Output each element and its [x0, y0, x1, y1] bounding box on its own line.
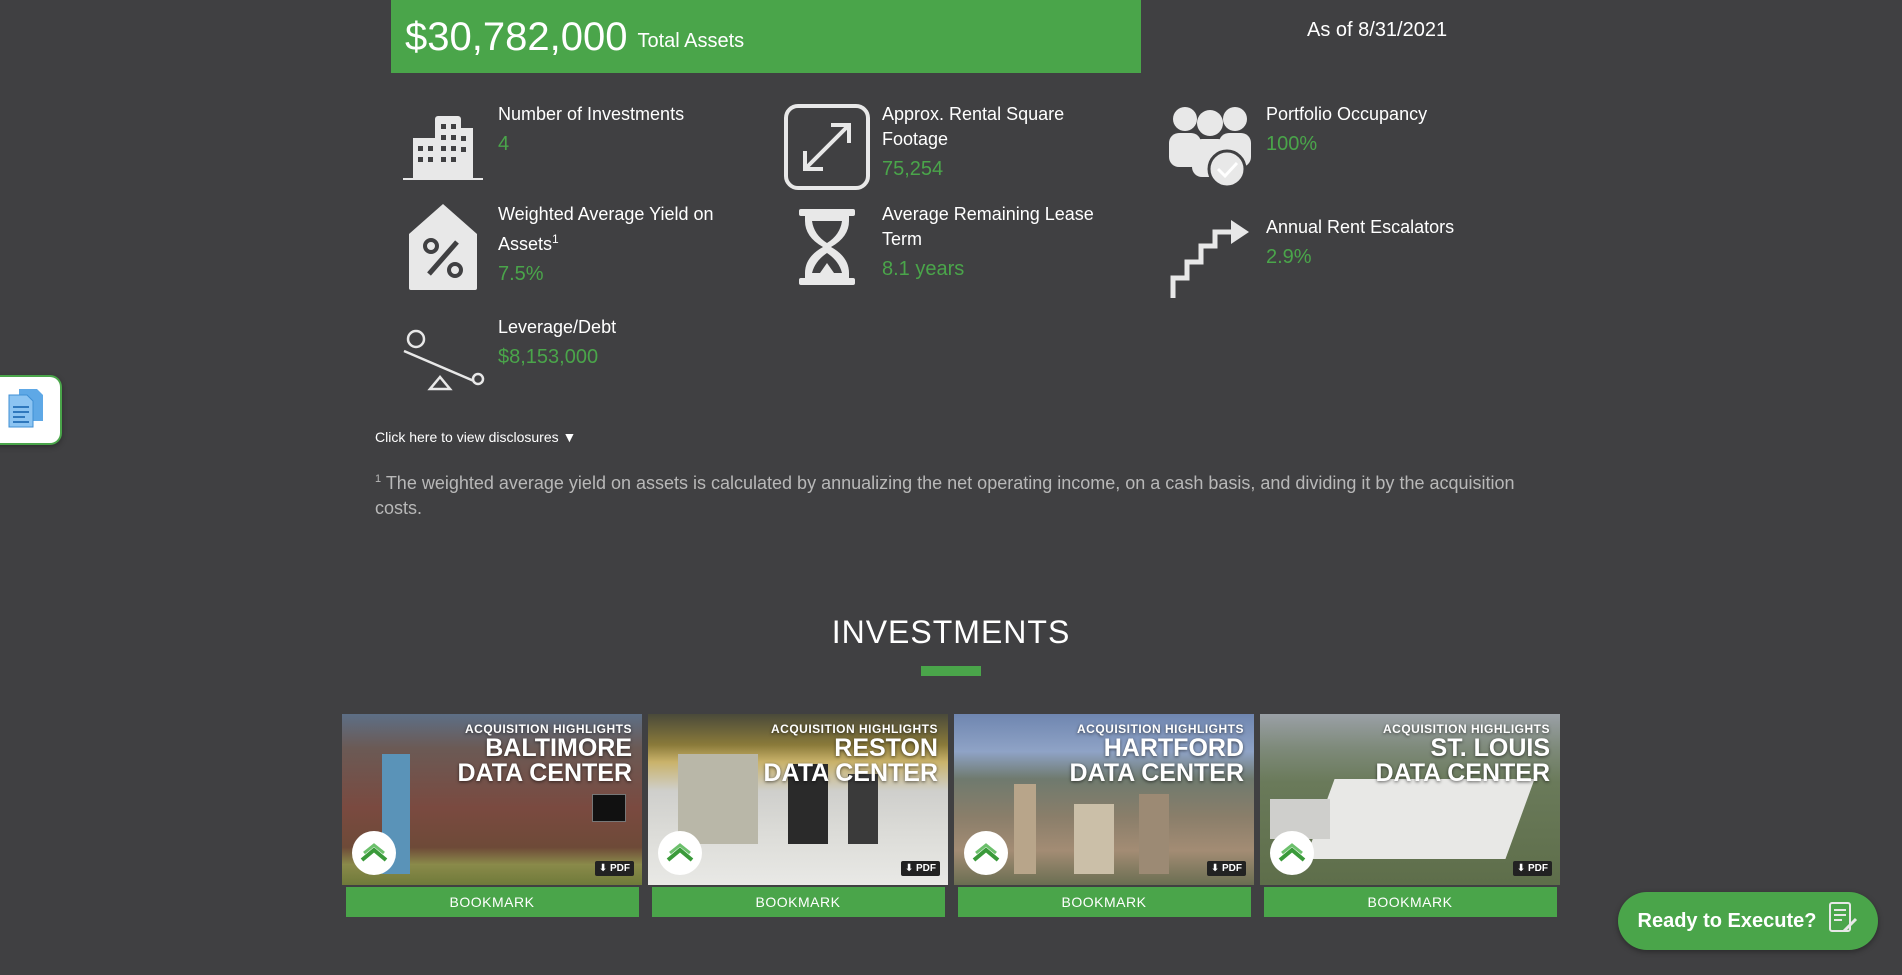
bookmark-button[interactable]: BOOKMARK [1263, 887, 1557, 917]
pdf-label: PDF [916, 863, 936, 874]
skyscraper [1139, 794, 1169, 874]
card-city: RESTON [834, 734, 938, 762]
skyscraper [1074, 804, 1114, 874]
investment-image[interactable]: ACQUISITION HIGHLIGHTS HARTFORD DATA CEN… [954, 714, 1254, 885]
card-headline: ACQUISITION HIGHLIGHTS RESTON DATA CENTE… [763, 722, 938, 786]
total-assets-amount: $30,782,000 [405, 14, 628, 59]
server-cabinet [678, 754, 758, 844]
card-city: HARTFORD [1103, 734, 1244, 762]
yield-footnote: 1 The weighted average yield on assets i… [375, 467, 1525, 521]
people-check-icon [1166, 102, 1256, 192]
investment-card-hartford[interactable]: ACQUISITION HIGHLIGHTS HARTFORD DATA CEN… [954, 714, 1254, 917]
seesaw-icon [398, 315, 488, 405]
resize-arrows-icon [782, 102, 872, 192]
stat-label: Leverage/Debt [498, 317, 617, 337]
total-assets-banner: $30,782,000 Total Assets [391, 0, 1141, 73]
stat-value: 7.5% [498, 263, 544, 285]
stat-label: Weighted Average Yield on Assets1 [498, 202, 728, 257]
footnote-text: The weighted average yield on assets is … [375, 473, 1515, 518]
heading-underline [921, 666, 981, 676]
stat-label: Portfolio Occupancy [1266, 104, 1428, 124]
skyscraper [1014, 784, 1036, 874]
stat-leverage-debt: Leverage/Debt $8,153,000 [398, 315, 728, 405]
card-headline: ACQUISITION HIGHLIGHTS BALTIMORE DATA CE… [457, 722, 632, 786]
stat-value: $8,153,000 [498, 346, 599, 368]
hourglass-icon [782, 202, 872, 292]
stat-label: Approx. Rental Square Footage [882, 104, 1065, 149]
total-assets-label: Total Assets [637, 30, 745, 52]
stat-weighted-average-yield: Weighted Average Yield on Assets1 7.5% [398, 202, 728, 292]
company-logo-icon [1270, 831, 1314, 875]
card-subtitle: DATA CENTER [457, 759, 632, 787]
stat-annual-rent-escalators: Annual Rent Escalators 2.9% [1166, 215, 1496, 305]
stat-value: 75,254 [882, 158, 944, 180]
stat-label-text: Weighted Average Yield on Assets [498, 204, 714, 254]
documents-side-tab[interactable] [0, 375, 62, 445]
footnote-reference: 1 [552, 232, 559, 246]
stat-value: 100% [1266, 133, 1318, 155]
company-logo-icon [658, 831, 702, 875]
execute-label: Ready to Execute? [1637, 909, 1817, 932]
company-logo-icon [352, 831, 396, 875]
investment-image[interactable]: ACQUISITION HIGHLIGHTS RESTON DATA CENTE… [648, 714, 948, 885]
documents-icon [5, 387, 45, 434]
pdf-download-badge[interactable]: ⬇ PDF [1512, 861, 1552, 876]
pdf-download-badge[interactable]: ⬇ PDF [900, 861, 940, 876]
card-city: ST. LOUIS [1430, 734, 1550, 762]
buildings-icon [398, 102, 488, 192]
card-subtitle: DATA CENTER [1069, 759, 1244, 787]
stat-rental-square-footage: Approx. Rental Square Footage 75,254 [782, 102, 1112, 192]
bookmark-button[interactable]: BOOKMARK [651, 887, 945, 917]
house-percent-icon [398, 202, 488, 292]
investment-image[interactable]: ACQUISITION HIGHLIGHTS BALTIMORE DATA CE… [342, 714, 642, 885]
ready-to-execute-button[interactable]: Ready to Execute? [1618, 892, 1878, 950]
building-roof [1305, 779, 1535, 859]
stat-label: Number of Investments [498, 104, 685, 124]
stat-label: Average Remaining Lease Term [882, 204, 1094, 249]
investment-card-reston[interactable]: ACQUISITION HIGHLIGHTS RESTON DATA CENTE… [648, 714, 948, 917]
bookmark-button[interactable]: BOOKMARK [957, 887, 1251, 917]
document-sign-icon [1828, 901, 1858, 941]
pdf-label: PDF [1222, 863, 1242, 874]
card-headline: ACQUISITION HIGHLIGHTS HARTFORD DATA CEN… [1069, 722, 1244, 786]
stat-portfolio-occupancy: Portfolio Occupancy 100% [1166, 102, 1496, 192]
investment-image[interactable]: ACQUISITION HIGHLIGHTS ST. LOUIS DATA CE… [1260, 714, 1560, 885]
verizon-sign [592, 794, 626, 822]
footnote-marker: 1 [375, 473, 382, 485]
card-subtitle: DATA CENTER [1375, 759, 1550, 787]
investments-heading: INVESTMENTS [831, 614, 1071, 650]
stat-number-of-investments: Number of Investments 4 [398, 102, 728, 192]
stat-label: Annual Rent Escalators [1266, 217, 1455, 237]
as-of-date: As of 8/31/2021 [1307, 19, 1448, 41]
pdf-label: PDF [610, 863, 630, 874]
investment-card-st-louis[interactable]: ACQUISITION HIGHLIGHTS ST. LOUIS DATA CE… [1260, 714, 1560, 917]
card-subtitle: DATA CENTER [763, 759, 938, 787]
stat-remaining-lease-term: Average Remaining Lease Term 8.1 years [782, 202, 1112, 292]
card-city: BALTIMORE [485, 734, 632, 762]
stat-value: 2.9% [1266, 246, 1312, 268]
card-headline: ACQUISITION HIGHLIGHTS ST. LOUIS DATA CE… [1375, 722, 1550, 786]
view-disclosures-toggle[interactable]: Click here to view disclosures ▼ [375, 429, 576, 445]
stat-value: 8.1 years [882, 258, 965, 280]
stairs-arrow-icon [1166, 215, 1256, 305]
investment-card-baltimore[interactable]: ACQUISITION HIGHLIGHTS BALTIMORE DATA CE… [342, 714, 642, 917]
bookmark-button[interactable]: BOOKMARK [345, 887, 639, 917]
pdf-download-badge[interactable]: ⬇ PDF [1206, 861, 1246, 876]
company-logo-icon [964, 831, 1008, 875]
pdf-download-badge[interactable]: ⬇ PDF [594, 861, 634, 876]
stat-value: 4 [498, 133, 510, 155]
pdf-label: PDF [1528, 863, 1548, 874]
